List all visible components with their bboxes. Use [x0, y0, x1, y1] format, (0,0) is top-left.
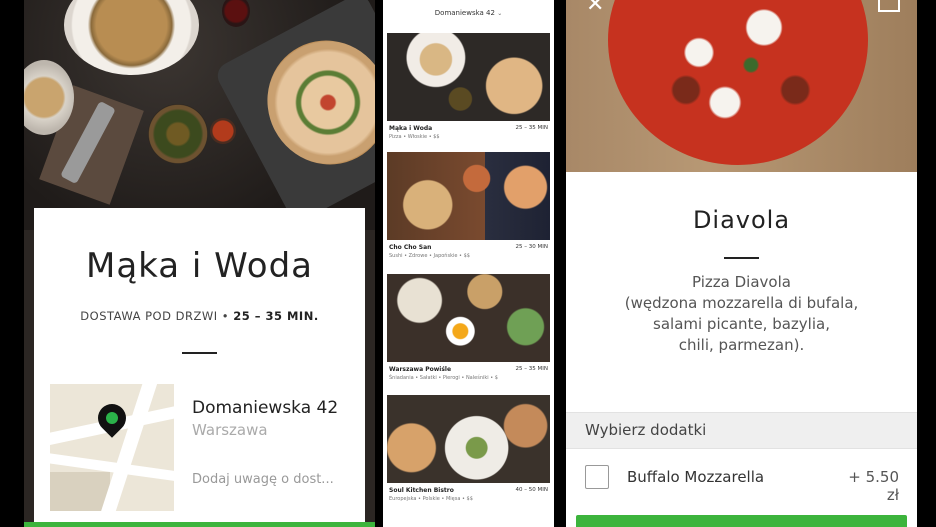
restaurant-eta: 25 – 35 MIN: [515, 366, 548, 372]
restaurant-eta: 25 – 30 MIN: [515, 244, 548, 250]
share-icon[interactable]: [878, 0, 900, 12]
delivery-time: 25 – 35 MIN.: [233, 309, 319, 323]
restaurant-categories: Europejska • Polskie • Mięsa • $$: [389, 496, 473, 502]
restaurant-title: Mąka i Woda: [85, 246, 313, 286]
restaurant-name: Warszawa Powiśle: [389, 366, 452, 373]
divider: [724, 257, 759, 259]
dish-description-line: Pizza Diavola: [692, 273, 791, 291]
addon-name[interactable]: Buffalo Mozzarella: [627, 468, 764, 486]
pizza-diavola-graphic: [608, 0, 868, 165]
olives-bowl-graphic: [148, 104, 208, 164]
restaurant-categories: Pizza • Włoskie • $$: [389, 134, 440, 140]
restaurant-photo: [387, 152, 550, 240]
delivery-address[interactable]: Domaniewska 42: [192, 398, 338, 418]
restaurant-hero-photo: [24, 0, 375, 230]
restaurant-name: Soul Kitchen Bistro: [389, 487, 454, 494]
wine-glass-graphic: [222, 0, 250, 27]
delivery-note-input[interactable]: Dodaj uwagę o dost...: [192, 472, 334, 487]
restaurant-name: Mąka i Woda: [389, 125, 433, 132]
delivery-map[interactable]: [50, 384, 174, 511]
restaurant-card[interactable]: Soul Kitchen Bistro Europejska • Polskie…: [387, 395, 550, 507]
restaurant-card[interactable]: Cho Cho San Sushi • Zdrowe • Japońskie •…: [387, 152, 550, 264]
map-block: [50, 472, 110, 511]
dish-description: Pizza Diavola (wędzona mozzarella di buf…: [586, 272, 897, 356]
restaurant-eta: 25 – 35 MIN: [515, 125, 548, 131]
addons-header-label: Wybierz dodatki: [585, 421, 707, 439]
dish-description-line: (wędzona mozzarella di bufala,: [624, 294, 859, 312]
restaurant-categories: Sushi • Zdrowe • Japońskie • $$: [389, 253, 470, 259]
dish-photo: ✕: [566, 0, 917, 172]
restaurant-categories: Śniadania • Sałatki • Pierogi • Naleśnik…: [389, 375, 498, 381]
addon-price: + 5.50 zł: [848, 468, 899, 504]
addons-section-header: Wybierz dodatki: [566, 412, 917, 449]
sauce-bowl-graphic: [210, 118, 236, 144]
restaurant-eta: 40 – 50 MIN: [515, 487, 548, 493]
addon-checkbox[interactable]: [585, 465, 609, 489]
restaurant-photo: [387, 274, 550, 362]
divider: [182, 352, 217, 354]
dish-description-line: chili, parmezan).: [678, 336, 805, 354]
location-header: Domaniewska 42: [434, 9, 495, 17]
close-icon[interactable]: ✕: [586, 0, 604, 17]
delivery-separator: •: [221, 309, 230, 323]
primary-action-bar[interactable]: [24, 522, 375, 527]
location-selector[interactable]: Domaniewska 42 ⌄: [383, 9, 554, 17]
pasta-plate-graphic: [64, 0, 199, 75]
delivery-label: DOSTAWA POD DRZWI: [80, 309, 218, 323]
delivery-city: Warszawa: [192, 421, 268, 439]
delivery-info: DOSTAWA POD DRZWI • 25 – 35 MIN.: [34, 309, 365, 323]
restaurant-screen: Mąka i Woda DOSTAWA POD DRZWI • 25 – 35 …: [24, 0, 375, 527]
restaurant-name: Cho Cho San: [389, 244, 432, 251]
map-pin-dot: [106, 412, 118, 424]
restaurant-list-screen: Domaniewska 42 ⌄ Mąka i Woda Pizza • Wło…: [383, 0, 554, 527]
chevron-down-icon: ⌄: [497, 10, 503, 17]
restaurant-card[interactable]: Mąka i Woda Pizza • Włoskie • $$ 25 – 35…: [387, 33, 550, 145]
restaurant-card[interactable]: Warszawa Powiśle Śniadania • Sałatki • P…: [387, 274, 550, 386]
restaurant-info-card: Mąka i Woda DOSTAWA POD DRZWI • 25 – 35 …: [34, 208, 365, 527]
restaurant-photo: [387, 395, 550, 483]
dish-title: Diavola: [692, 206, 791, 234]
restaurant-photo: [387, 33, 550, 121]
add-to-cart-button[interactable]: [576, 515, 907, 527]
dish-description-line: salami picante, bazylia,: [653, 315, 830, 333]
dish-detail-screen: ✕ Diavola Pizza Diavola (wędzona mozzare…: [566, 0, 917, 527]
